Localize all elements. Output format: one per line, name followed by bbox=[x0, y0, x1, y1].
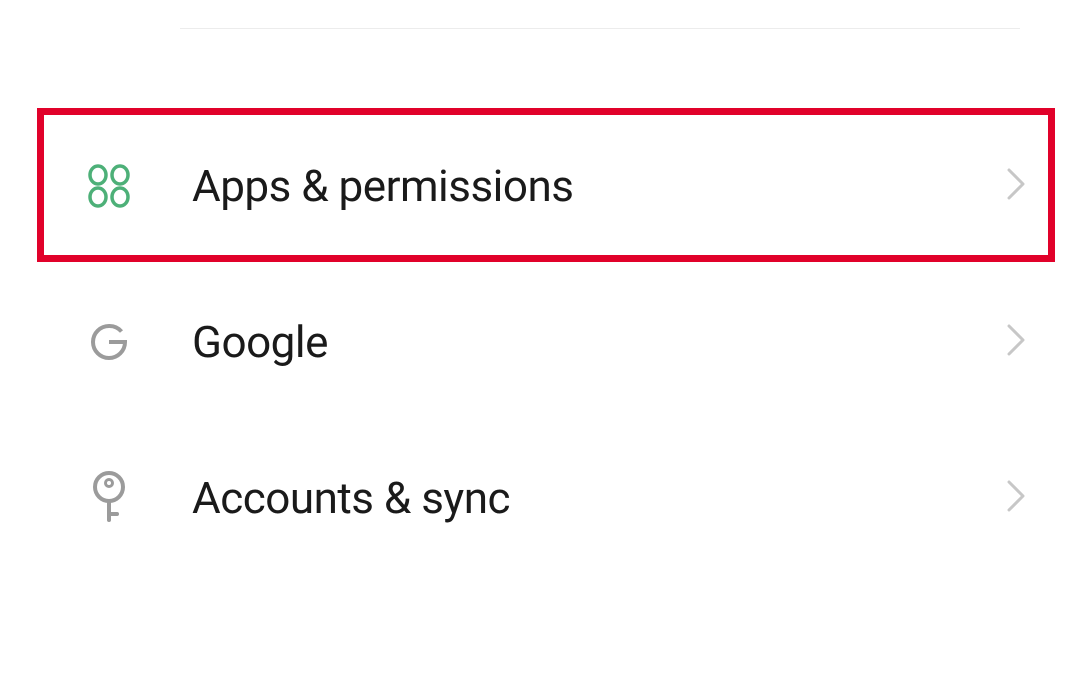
settings-row-accounts-sync[interactable]: Accounts & sync bbox=[0, 420, 1080, 576]
apps-icon bbox=[88, 164, 130, 208]
settings-row-label: Apps & permissions bbox=[192, 160, 1007, 212]
chevron-right-icon bbox=[1007, 168, 1025, 204]
settings-list: Apps & permissions Google bbox=[0, 108, 1080, 576]
chevron-right-icon bbox=[1007, 324, 1025, 360]
divider-line bbox=[180, 28, 1020, 29]
settings-row-google[interactable]: Google bbox=[0, 264, 1080, 420]
settings-row-label: Accounts & sync bbox=[192, 472, 1007, 524]
google-icon bbox=[88, 320, 130, 364]
chevron-right-icon bbox=[1007, 480, 1025, 516]
key-icon bbox=[88, 476, 130, 520]
settings-row-apps-permissions[interactable]: Apps & permissions bbox=[0, 108, 1080, 264]
settings-row-label: Google bbox=[192, 316, 1007, 368]
